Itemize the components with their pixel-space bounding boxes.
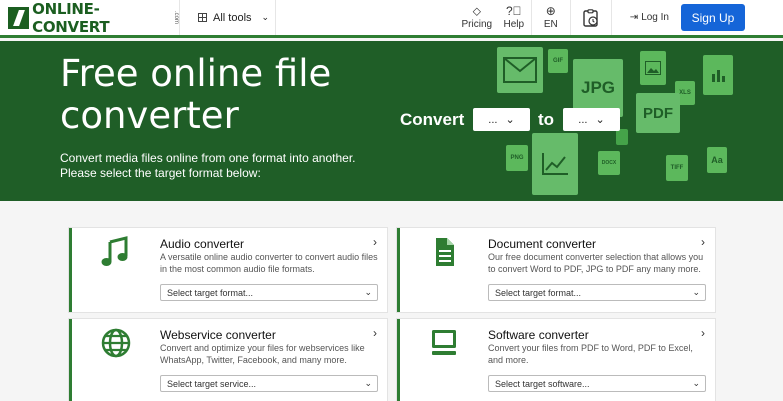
envelope-file-icon	[497, 47, 543, 93]
convert-to-select[interactable]: ... ⌄	[563, 108, 620, 131]
chevron-down-icon: ⌄	[595, 114, 605, 126]
chart-file-icon	[703, 55, 733, 95]
all-tools-label: All tools	[213, 11, 252, 24]
login-label: Log In	[641, 12, 669, 23]
hero-subtitle: Convert media files online from one form…	[60, 151, 356, 180]
tiff-file-icon: TIFF	[666, 155, 688, 181]
question-icon: ?⃝	[505, 4, 522, 18]
help-label: Help	[503, 19, 525, 30]
top-header: ONLINE-CONVERT .com All tools ⌄ ⬦ Pricin…	[0, 0, 783, 38]
to-label: to	[538, 110, 555, 129]
select-value: Select target software...	[495, 378, 590, 389]
grid-icon	[198, 13, 207, 22]
document-target-select[interactable]: Select target format... ⌄	[488, 284, 706, 301]
card-title: Software converter	[488, 328, 589, 342]
card-title: Document converter	[488, 237, 597, 251]
pdf-file-icon: PDF	[636, 93, 680, 133]
language-selector[interactable]: ⊕ EN	[532, 0, 570, 35]
history-button[interactable]	[571, 0, 611, 35]
chevron-down-icon: ⌄	[692, 287, 700, 297]
audio-target-select[interactable]: Select target format... ⌄	[160, 284, 378, 301]
hero-banner: Free online file converter Convert media…	[0, 41, 783, 201]
card-title: Audio converter	[160, 237, 245, 251]
font-file-icon: Aa	[707, 147, 727, 173]
gif-file-icon: GIF	[548, 49, 568, 73]
card-description: Our free document converter selection th…	[488, 252, 704, 274]
document-icon	[436, 238, 454, 266]
card-description: A versatile online audio converter to co…	[160, 252, 378, 274]
language-label: EN	[543, 19, 558, 30]
select-value: Select target format...	[495, 287, 582, 298]
chevron-right-icon[interactable]: ›	[701, 326, 705, 340]
globe-icon	[101, 328, 131, 358]
card-description: Convert and optimize your files for webs…	[160, 343, 365, 365]
login-arrow-icon: ⇥	[629, 12, 639, 23]
docx-file-icon: DOCX	[598, 151, 620, 175]
small-file-icon	[616, 129, 628, 145]
tag-icon: ⬦	[472, 4, 481, 18]
convert-from-select[interactable]: ... ⌄	[473, 108, 530, 131]
select-value: Select target format...	[167, 287, 254, 298]
help-link[interactable]: ?⃝ Help	[497, 0, 531, 35]
chevron-down-icon: ⌄	[505, 114, 515, 126]
select-value: Select target service...	[167, 378, 257, 389]
site-logo[interactable]: ONLINE-CONVERT .com	[0, 0, 180, 36]
document-converter-card[interactable]: Document converter Our free document con…	[397, 228, 715, 312]
chevron-right-icon[interactable]: ›	[373, 326, 377, 340]
login-link[interactable]: ⇥ Log In	[612, 0, 681, 35]
chevron-down-icon: ⌄	[261, 12, 270, 22]
convert-label: Convert	[400, 110, 465, 129]
convert-to-value: ...	[578, 113, 588, 126]
pricing-link[interactable]: ⬦ Pricing	[457, 0, 497, 35]
chevron-down-icon: ⌄	[364, 378, 372, 388]
chevron-right-icon[interactable]: ›	[701, 235, 705, 249]
pricing-label: Pricing	[461, 19, 493, 30]
chevron-right-icon[interactable]: ›	[373, 235, 377, 249]
clipboard-clock-icon	[583, 8, 598, 27]
logo-mark-icon	[8, 6, 30, 29]
webservice-converter-card[interactable]: Webservice converter Convert and optimiz…	[69, 319, 387, 401]
logo-com: .com	[173, 10, 179, 24]
hero-title: Free online file converter	[60, 52, 332, 137]
all-tools-menu[interactable]: All tools ⌄	[180, 0, 276, 35]
chevron-down-icon: ⌄	[692, 378, 700, 388]
chevron-down-icon: ⌄	[364, 287, 372, 297]
software-converter-card[interactable]: Software converter Convert your files fr…	[397, 319, 715, 401]
monitor-icon	[432, 330, 456, 355]
audio-converter-card[interactable]: Audio converter A versatile online audio…	[69, 228, 387, 312]
card-title: Webservice converter	[160, 328, 276, 342]
card-description: Convert your files from PDF to Word, PDF…	[488, 343, 693, 365]
signup-button[interactable]: Sign Up	[681, 4, 745, 31]
logo-text: ONLINE-CONVERT	[32, 0, 110, 36]
chart-file-large-icon	[532, 133, 578, 195]
image-file-icon	[640, 51, 666, 85]
png-file-icon: PNG	[506, 145, 528, 171]
globe-icon: ⊕	[545, 4, 556, 18]
software-target-select[interactable]: Select target software... ⌄	[488, 375, 706, 392]
music-note-icon	[101, 236, 128, 266]
webservice-target-select[interactable]: Select target service... ⌄	[160, 375, 378, 392]
convert-from-value: ...	[488, 113, 498, 126]
